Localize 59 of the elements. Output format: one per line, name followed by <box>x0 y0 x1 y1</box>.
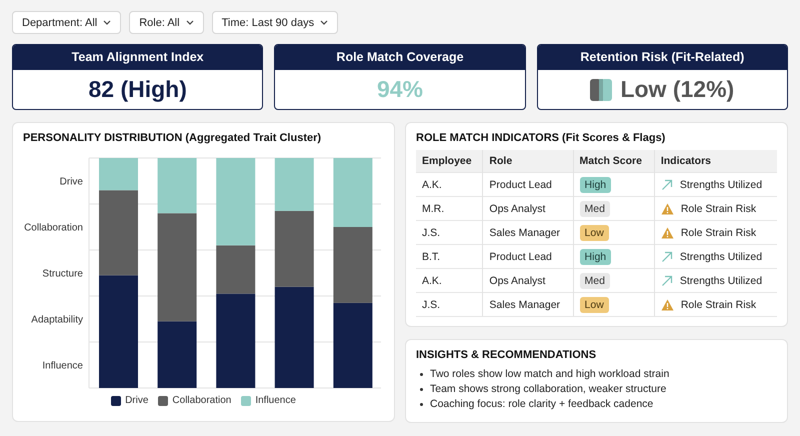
kpi-value: 94% <box>376 76 424 103</box>
bullet-icon <box>420 403 423 406</box>
bullet-icon <box>420 373 423 376</box>
table-cell: Ops Analyst <box>482 196 574 220</box>
indicator-label: Role Strain Risk <box>680 226 756 238</box>
column-header: Employee <box>416 150 483 172</box>
score-badge: Med <box>580 200 610 216</box>
kpi-value: 82 (High) <box>88 76 187 103</box>
table-cell: M.R. <box>416 196 483 220</box>
table-cell: J.S. <box>416 220 483 244</box>
insight-text: Two roles show low match and high workload strain <box>430 367 670 382</box>
legend-label: Collaboration <box>172 395 232 406</box>
bullet-icon <box>420 388 423 391</box>
chevron-icon <box>320 20 328 25</box>
kpi-title: Retention Risk (Fit-Related) <box>538 45 787 70</box>
indicator-label: Strengths Utilized <box>680 178 762 190</box>
kpi-title: Team Alignment Index <box>13 45 262 70</box>
insight-text: Coaching focus: role clarity + feedback cadence <box>430 397 654 412</box>
axis-label: Influence <box>42 360 83 372</box>
table-cell: J.S. <box>416 292 483 316</box>
panel-title: INSIGHTS & RECOMMENDATIONS <box>416 349 598 361</box>
axis-label: Adaptability <box>31 314 83 326</box>
table-cell: B.T. <box>416 244 483 268</box>
table-cell: Sales Manager <box>482 220 574 244</box>
score-badge: Med <box>580 272 610 288</box>
chevron-icon <box>103 20 112 25</box>
panel-title: PERSONALITY DISTRIBUTION (Aggregated Trait Cluster) <box>23 132 322 144</box>
indicator-label: Role Strain Risk <box>680 202 756 214</box>
insight-text: Team shows strong collaboration, weaker structure <box>430 382 666 397</box>
table-cell: Product Lead <box>482 172 574 196</box>
table-cell: A.K. <box>416 172 483 196</box>
legend-label: Drive <box>125 395 148 406</box>
bar-segment <box>333 158 372 227</box>
indicator-label: Strengths Utilized <box>680 274 762 286</box>
table-cell: Sales Manager <box>482 292 574 316</box>
table-cell: Ops Analyst <box>482 268 574 292</box>
score-badge: High <box>580 248 612 264</box>
split-square-icon <box>590 78 612 100</box>
indicator-label: Strengths Utilized <box>680 250 762 262</box>
filter-dropdown[interactable]: Role: All <box>129 11 204 34</box>
chevron-icon <box>186 20 194 25</box>
column-header: Indicators <box>654 150 777 172</box>
table-cell: Product Lead <box>482 244 574 268</box>
score-badge: Low <box>580 296 609 312</box>
legend-label: Influence <box>255 395 296 406</box>
score-badge: Low <box>580 224 609 240</box>
indicator-label: Role Strain Risk <box>680 298 756 310</box>
panel-title: ROLE MATCH INDICATORS (Fit Scores & Flags) <box>416 132 666 144</box>
filter-dropdown[interactable]: Department: All <box>12 11 122 34</box>
table-cell: A.K. <box>416 268 483 292</box>
kpi-title: Role Match Coverage <box>275 45 525 70</box>
filter-dropdown[interactable]: Time: Last 90 days <box>212 11 338 34</box>
axis-label: Structure <box>42 268 83 280</box>
axis-label: Collaboration <box>24 222 83 234</box>
column-header: Role <box>482 150 574 172</box>
kpi-value: Low (12%) <box>620 76 734 103</box>
column-header: Match Score <box>573 150 654 172</box>
axis-label: Drive <box>60 176 83 188</box>
score-badge: High <box>580 176 612 192</box>
